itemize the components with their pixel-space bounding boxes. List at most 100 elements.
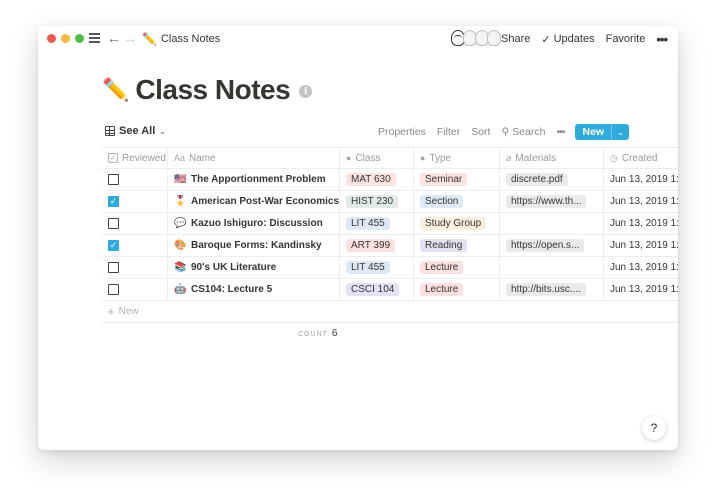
row-name: Baroque Forms: Kandinsky [191,240,322,251]
back-arrow-icon[interactable]: ← [107,30,121,46]
reviewed-cell: ✓ [102,191,168,212]
created-cell: Jun 13, 2019 1:2 [604,257,678,278]
name-cell[interactable]: 📚 90's UK Literature [168,257,340,278]
created-date: Jun 13, 2019 1:2 [610,218,678,229]
reviewed-checkbox[interactable] [108,218,119,229]
materials-cell[interactable]: http://bits.usc.... [500,279,604,300]
avatar [487,30,501,46]
table-row[interactable]: ✓ 🎨 Baroque Forms: Kandinsky ART 399 Reading… [102,235,678,257]
page-title[interactable]: Class Notes [135,74,290,106]
materials-cell[interactable] [500,257,604,278]
properties-button[interactable]: Properties [378,126,426,138]
materials-cell[interactable]: https://www.th... [500,191,604,212]
chevron-down-icon: ⌄ [159,126,166,136]
app-window: ← → ✏️ Class Notes Share ✓ Updates Favor… [38,26,678,450]
reviewed-checkbox[interactable]: ✓ [108,196,119,207]
table-row[interactable]: 💬 Kazuo Ishiguro: Discussion LIT 455 Study … [102,213,678,235]
type-cell[interactable]: Lecture [414,279,500,300]
sidebar-toggle-icon[interactable] [89,33,100,43]
table-row[interactable]: 🇺🇸 The Apportionment Problem MAT 630 Semina… [102,169,678,191]
favorite-button[interactable]: Favorite [606,33,646,45]
page-emoji-icon: 🎖️ [174,196,187,207]
share-button[interactable]: Share [501,33,530,45]
more-options-icon[interactable]: ••• [656,32,668,47]
reviewed-checkbox[interactable] [108,174,119,185]
chevron-down-icon[interactable]: ⌄ [612,124,629,140]
info-icon[interactable]: i [299,85,313,98]
type-tag: Lecture [420,283,464,296]
collaborator-avatars[interactable] [451,30,501,46]
row-name: 90's UK Literature [191,262,277,273]
checkbox-icon: ✓ [108,153,118,163]
filter-button[interactable]: Filter [437,126,460,138]
class-cell[interactable]: ART 399 [340,235,414,256]
table-body: 🇺🇸 The Apportionment Problem MAT 630 Semina… [102,169,678,301]
row-name: American Post-War Economics [191,196,340,207]
sort-button[interactable]: Sort [471,126,490,138]
table-row[interactable]: 📚 90's UK Literature LIT 455 Lecture Jun 13,… [102,257,678,279]
type-cell[interactable]: Lecture [414,257,500,278]
new-button[interactable]: New [575,124,613,140]
count-summary[interactable]: COUNT 6 [298,328,337,339]
class-cell[interactable]: HIST 230 [340,191,414,212]
type-cell[interactable]: Seminar [414,169,500,190]
class-cell[interactable]: MAT 630 [340,169,414,190]
materials-link[interactable]: https://open.s... [506,239,585,252]
add-row-button[interactable]: + New [102,301,678,323]
view-selector[interactable]: See All ⌄ [105,125,166,137]
materials-link[interactable]: http://bits.usc.... [506,283,586,296]
more-icon[interactable]: ••• [556,126,565,138]
minimize-window-button[interactable] [61,34,70,43]
materials-link[interactable]: discrete.pdf [506,173,568,186]
class-cell[interactable]: LIT 455 [340,257,414,278]
maximize-window-button[interactable] [75,34,84,43]
column-header-class[interactable]: ● Class [340,148,414,168]
add-row-label: New [118,306,139,317]
column-header-type[interactable]: ● Type [414,148,500,168]
column-label: Type [429,152,452,164]
type-cell[interactable]: Reading [414,235,500,256]
type-cell[interactable]: Section [414,191,500,212]
materials-cell[interactable]: https://open.s... [500,235,604,256]
row-name: The Apportionment Problem [191,174,326,185]
column-header-reviewed[interactable]: ✓ Reviewed [102,148,168,168]
table-row[interactable]: ✓ 🎖️ American Post-War Economics HIST 230 Se… [102,191,678,213]
reviewed-cell [102,213,168,234]
close-window-button[interactable] [47,34,56,43]
reviewed-checkbox[interactable] [108,262,119,273]
name-cell[interactable]: 🇺🇸 The Apportionment Problem [168,169,340,190]
page-pencil-icon[interactable]: ✏️ [102,77,129,103]
materials-cell[interactable]: discrete.pdf [500,169,604,190]
column-header-created[interactable]: ◷ Created [604,148,678,168]
column-label: Reviewed [122,152,166,164]
column-label: Created [621,152,658,164]
forward-arrow-icon[interactable]: → [123,30,137,46]
class-cell[interactable]: CSCI 104 [340,279,414,300]
paperclip-icon: ⌀ [506,152,512,163]
reviewed-checkbox[interactable]: ✓ [108,240,119,251]
name-cell[interactable]: 🎖️ American Post-War Economics [168,191,340,212]
name-cell[interactable]: 🎨 Baroque Forms: Kandinsky [168,235,340,256]
updates-button[interactable]: ✓ Updates [541,33,594,46]
name-cell[interactable]: 🤖 CS104: Lecture 5 [168,279,340,300]
titlebar: ← → ✏️ Class Notes Share ✓ Updates Favor… [38,26,678,52]
type-cell[interactable]: Study Group [414,213,500,234]
materials-link[interactable]: https://www.th... [506,195,586,208]
database-table: ✓ Reviewed Aa Name ● Class ● Type ⌀ Mate… [102,147,678,323]
class-cell[interactable]: LIT 455 [340,213,414,234]
reviewed-checkbox[interactable] [108,284,119,295]
materials-cell[interactable] [500,213,604,234]
column-header-materials[interactable]: ⌀ Materials [500,148,604,168]
column-header-name[interactable]: Aa Name [168,148,340,168]
class-tag: LIT 455 [346,217,390,230]
column-label: Materials [515,152,556,164]
table-row[interactable]: 🤖 CS104: Lecture 5 CSCI 104 Lecture http://b… [102,279,678,301]
name-cell[interactable]: 💬 Kazuo Ishiguro: Discussion [168,213,340,234]
breadcrumb[interactable]: ✏️ Class Notes [142,32,220,46]
help-button[interactable]: ? [642,416,666,440]
text-icon: Aa [174,153,186,163]
search-button[interactable]: ⚲ Search [501,126,545,138]
search-label: Search [512,126,546,138]
view-label: See All [119,125,156,137]
table-view-icon [105,126,115,136]
